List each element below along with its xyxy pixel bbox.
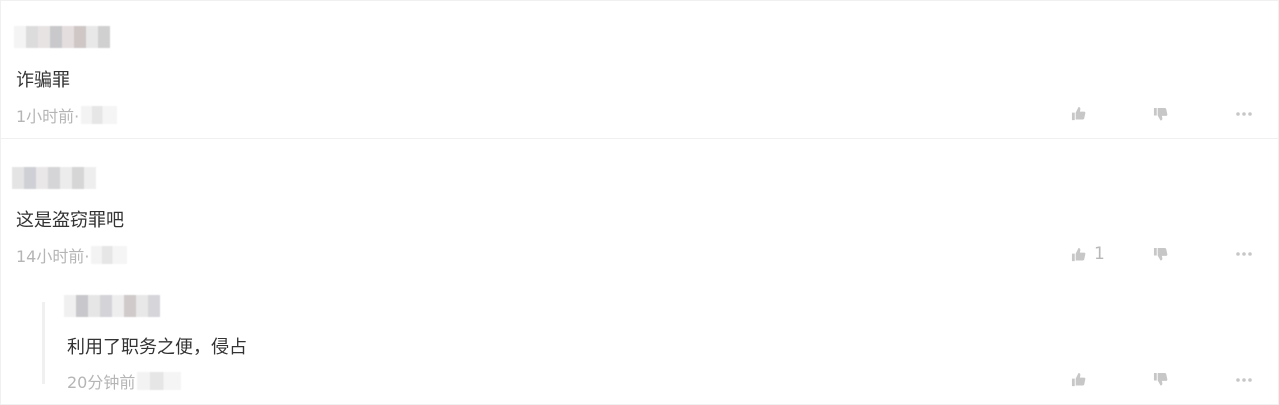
more-icon (1236, 252, 1252, 256)
comment-text: 诈骗罪 (16, 70, 70, 91)
more-button[interactable] (1235, 373, 1253, 387)
like-button[interactable] (1071, 106, 1094, 121)
like-button[interactable] (1071, 372, 1094, 387)
reply-meta: 20分钟前 (67, 369, 182, 393)
reply-username-blurred[interactable] (64, 295, 168, 317)
comment-time: 1小时前· (16, 107, 80, 126)
dislike-button[interactable] (1153, 247, 1168, 262)
more-button[interactable] (1235, 247, 1253, 261)
thumb-down-icon (1153, 372, 1168, 386)
comment-divider (0, 138, 1279, 139)
thumb-down-icon (1153, 247, 1168, 261)
more-icon (1236, 112, 1252, 116)
reply-time: 20分钟前 (67, 373, 136, 392)
username-blurred[interactable] (12, 167, 96, 191)
thumb-up-icon (1071, 247, 1086, 261)
like-count: 1 (1094, 244, 1105, 264)
more-button[interactable] (1235, 107, 1253, 121)
reply-text: 利用了职务之便，侵占 (67, 337, 247, 358)
thumb-up-icon (1071, 106, 1086, 121)
comment-text: 这是盗窃罪吧 (16, 210, 124, 231)
comment-time: 14小时前· (16, 247, 90, 266)
reply-indent-bar (42, 302, 45, 384)
location-blurred (81, 106, 118, 124)
location-blurred (137, 372, 182, 390)
thumb-down-icon (1153, 107, 1168, 121)
thumb-up-icon (1071, 372, 1086, 387)
username-blurred[interactable] (14, 26, 110, 48)
location-blurred (91, 246, 128, 264)
like-button[interactable]: 1 (1071, 244, 1105, 264)
comment-meta: 14小时前· (16, 243, 128, 267)
dislike-button[interactable] (1153, 372, 1168, 387)
more-icon (1236, 378, 1252, 382)
comment-meta: 1小时前· (16, 103, 118, 127)
dislike-button[interactable] (1153, 107, 1168, 122)
